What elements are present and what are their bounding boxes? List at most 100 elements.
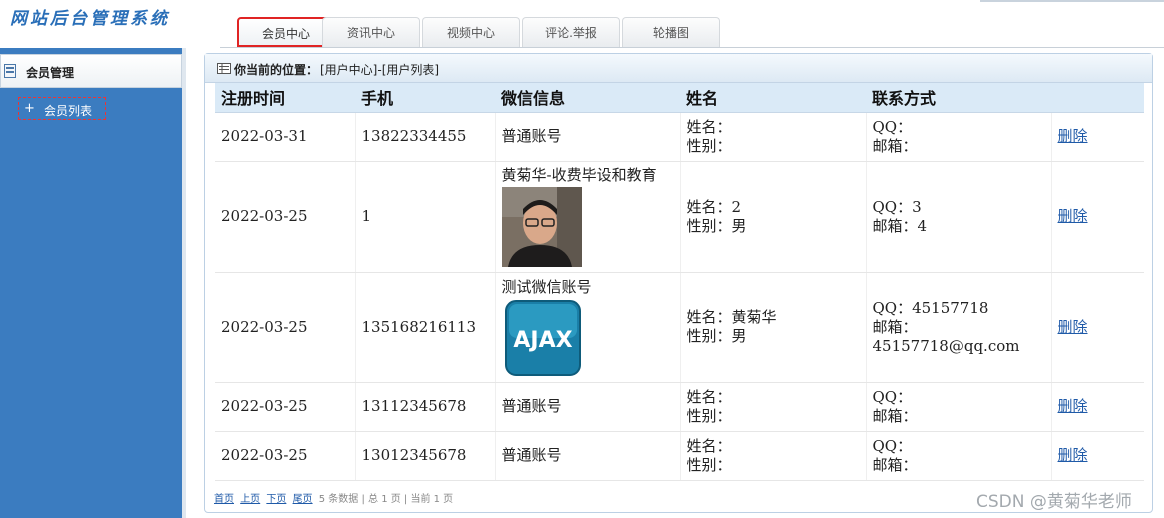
column-header-action bbox=[1051, 83, 1144, 113]
table-row: 2022-03-31 13822334455 普通账号 姓名： 性别： QQ： 邮箱… bbox=[215, 112, 1144, 162]
tab-video-center[interactable]: 视频中心 bbox=[422, 17, 520, 47]
qq-line: QQ：45157718 bbox=[872, 298, 989, 317]
cell-action: 删除 bbox=[1051, 272, 1144, 383]
table-row: 2022-03-25 135168216113 测试微信账号 AJAX 姓名：黄… bbox=[215, 272, 1144, 383]
name-line: 姓名：黄菊华 bbox=[686, 308, 777, 326]
sidebar-divider bbox=[182, 48, 186, 518]
qq-line: QQ： bbox=[872, 117, 913, 136]
delete-link[interactable]: 删除 bbox=[1058, 127, 1088, 145]
cell-phone: 135168216113 bbox=[355, 272, 496, 383]
gender-line: 性别：男 bbox=[686, 327, 747, 345]
sidebar-section-header[interactable]: 会员管理 bbox=[0, 54, 182, 88]
cell-contact: QQ： 邮箱： bbox=[866, 382, 1052, 432]
email-line: 邮箱：45157718@qq.com bbox=[872, 317, 1020, 355]
cell-phone: 13112345678 bbox=[355, 382, 496, 432]
cell-contact: QQ：45157718 邮箱：45157718@qq.com bbox=[866, 272, 1052, 383]
pagination-summary: 5 条数据 | 总 1 页 | 当前 1 页 bbox=[318, 494, 454, 505]
breadcrumb-path: [用户中心]-[用户列表] bbox=[320, 63, 440, 77]
gender-line: 性别： bbox=[686, 455, 732, 474]
email-line: 邮箱： bbox=[872, 455, 918, 474]
breadcrumb: 你当前的位置： [用户中心]-[用户列表] bbox=[205, 54, 1152, 83]
name-line: 姓名： bbox=[686, 117, 732, 136]
app-logo: 网站后台管理系统 bbox=[10, 9, 170, 29]
top-nav-tabs: 会员中心 资讯中心 视频中心 评论.举报 轮播图 bbox=[220, 17, 1164, 48]
column-header-phone: 手机 bbox=[355, 83, 495, 113]
plus-icon: + bbox=[24, 101, 35, 116]
cell-action: 删除 bbox=[1051, 161, 1144, 273]
cell-register-time: 2022-03-31 bbox=[215, 112, 356, 162]
delete-link[interactable]: 删除 bbox=[1058, 207, 1088, 225]
email-line: 邮箱： bbox=[872, 136, 918, 155]
folder-icon bbox=[4, 64, 16, 78]
qq-line: QQ： bbox=[872, 387, 913, 406]
column-header-register-time: 注册时间 bbox=[215, 83, 355, 113]
column-header-wechat-info: 微信信息 bbox=[495, 83, 680, 113]
gender-line: 性别： bbox=[686, 136, 732, 155]
sidebar-section-title: 会员管理 bbox=[26, 66, 75, 80]
gender-line: 性别：男 bbox=[686, 216, 747, 235]
breadcrumb-label: 你当前的位置： bbox=[234, 63, 319, 77]
user-avatar-photo bbox=[501, 187, 582, 267]
cell-register-time: 2022-03-25 bbox=[215, 382, 356, 432]
user-table: 注册时间 手机 微信信息 姓名 联系方式 2022-03-31 13822334… bbox=[215, 83, 1144, 481]
table-row: 2022-03-25 13012345678 普通账号 姓名： 性别： QQ： 邮箱… bbox=[215, 431, 1144, 481]
column-header-contact: 联系方式 bbox=[866, 83, 1051, 113]
wechat-name: 普通账号 bbox=[501, 397, 562, 415]
last-page-link[interactable]: 尾页 bbox=[293, 494, 313, 505]
table-row: 2022-03-25 1 黄菊华-收费毕设和教育 姓名：2 性别：男 QQ：3 … bbox=[215, 161, 1144, 273]
prev-page-link[interactable]: 上页 bbox=[240, 494, 260, 505]
gender-line: 性别： bbox=[686, 406, 732, 425]
header-top-line bbox=[980, 0, 1164, 2]
cell-contact: QQ：3 邮箱：4 bbox=[866, 161, 1052, 273]
ajax-logo-text: AJAX bbox=[513, 328, 572, 353]
delete-link[interactable]: 删除 bbox=[1058, 446, 1088, 464]
cell-name: 姓名： 性别： bbox=[680, 431, 867, 481]
delete-link[interactable]: 删除 bbox=[1058, 318, 1088, 336]
tab-member-center[interactable]: 会员中心 bbox=[237, 17, 335, 47]
tab-comments-reports[interactable]: 评论.举报 bbox=[522, 17, 620, 47]
column-header-name: 姓名 bbox=[680, 83, 866, 113]
cell-name: 姓名：2 性别：男 bbox=[680, 161, 867, 273]
sidebar: 会员管理 + 会员列表 bbox=[0, 48, 186, 518]
main-panel: 你当前的位置： [用户中心]-[用户列表] 注册时间 手机 微信信息 姓名 联系… bbox=[204, 53, 1153, 513]
wechat-name: 黄菊华-收费毕设和教育 bbox=[501, 166, 657, 184]
name-line: 姓名： bbox=[686, 436, 732, 455]
cell-name: 姓名： 性别： bbox=[680, 382, 867, 432]
next-page-link[interactable]: 下页 bbox=[266, 494, 286, 505]
name-line: 姓名：2 bbox=[686, 197, 742, 216]
qq-line: QQ：3 bbox=[872, 197, 922, 216]
tab-news-center[interactable]: 资讯中心 bbox=[322, 17, 420, 47]
sidebar-item-label: 会员列表 bbox=[44, 104, 93, 118]
table-header-row: 注册时间 手机 微信信息 姓名 联系方式 bbox=[215, 83, 1144, 113]
cell-phone: 1 bbox=[355, 161, 496, 273]
cell-wechat: 测试微信账号 AJAX bbox=[495, 272, 681, 383]
cell-action: 删除 bbox=[1051, 382, 1144, 432]
cell-wechat: 普通账号 bbox=[495, 382, 681, 432]
sidebar-item-member-list[interactable]: + 会员列表 bbox=[18, 97, 106, 120]
cell-contact: QQ： 邮箱： bbox=[866, 431, 1052, 481]
email-line: 邮箱： bbox=[872, 406, 918, 425]
delete-link[interactable]: 删除 bbox=[1058, 397, 1088, 415]
ajax-logo-avatar: AJAX bbox=[504, 300, 581, 376]
table-row: 2022-03-25 13112345678 普通账号 姓名： 性别： QQ： 邮箱… bbox=[215, 382, 1144, 432]
first-page-link[interactable]: 首页 bbox=[214, 494, 234, 505]
cell-register-time: 2022-03-25 bbox=[215, 431, 356, 481]
list-icon bbox=[217, 63, 231, 74]
pagination: 首页 上页 下页 尾页 5 条数据 | 总 1 页 | 当前 1 页 bbox=[214, 490, 453, 505]
wechat-name: 普通账号 bbox=[501, 446, 562, 464]
cell-wechat: 普通账号 bbox=[495, 112, 681, 162]
cell-contact: QQ： 邮箱： bbox=[866, 112, 1052, 162]
tab-carousel[interactable]: 轮播图 bbox=[622, 17, 720, 47]
cell-phone: 13822334455 bbox=[355, 112, 496, 162]
qq-line: QQ： bbox=[872, 436, 913, 455]
wechat-name: 测试微信账号 bbox=[501, 278, 592, 296]
cell-name: 姓名： 性别： bbox=[680, 112, 867, 162]
email-line: 邮箱：4 bbox=[872, 216, 928, 235]
cell-action: 删除 bbox=[1051, 112, 1144, 162]
cell-register-time: 2022-03-25 bbox=[215, 161, 356, 273]
wechat-name: 普通账号 bbox=[501, 127, 562, 145]
cell-name: 姓名：黄菊华 性别：男 bbox=[680, 272, 867, 383]
cell-phone: 13012345678 bbox=[355, 431, 496, 481]
watermark: CSDN @黄菊华老师 bbox=[976, 492, 1132, 512]
cell-wechat: 普通账号 bbox=[495, 431, 681, 481]
